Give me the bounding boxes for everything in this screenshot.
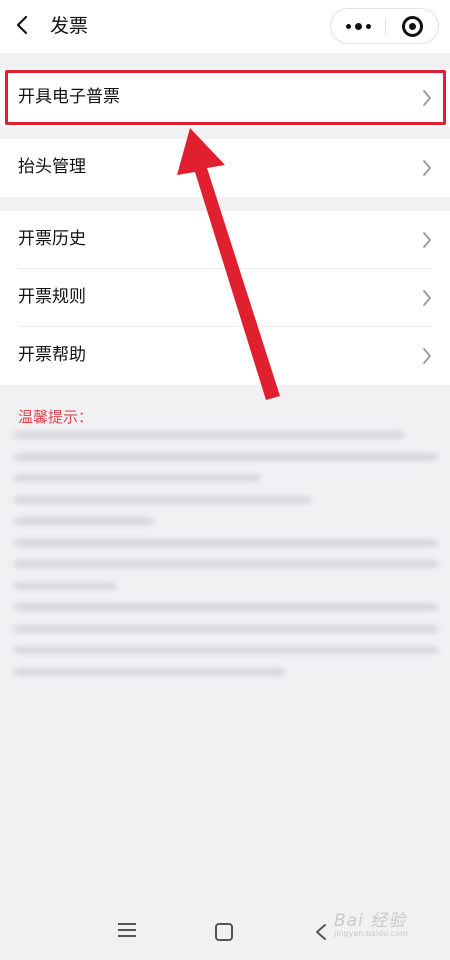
watermark-text: Bai 经验 [334, 911, 407, 931]
menu-group-title: 抬头管理 [0, 139, 450, 197]
watermark: Bai 经验 jingyan.baidu.com [334, 906, 408, 938]
chevron-right-icon [423, 232, 431, 248]
mini-program-capsule [330, 8, 439, 44]
menu-item-label: 开票历史 [18, 229, 86, 249]
tips-body-blurred [14, 432, 438, 682]
menu-item-label: 开票规则 [18, 287, 86, 307]
menu-item-history[interactable]: 开票历史 [0, 211, 450, 269]
page-title: 发票 [50, 15, 89, 37]
menu-item-rules[interactable]: 开票规则 [0, 269, 450, 327]
more-button[interactable] [331, 9, 385, 43]
square-home-icon[interactable] [215, 923, 233, 941]
menu-item-label: 抬头管理 [18, 157, 86, 177]
menu-item-label: 开具电子普票 [18, 87, 120, 107]
menu-item-help[interactable]: 开票帮助 [0, 327, 450, 385]
target-circle-icon [402, 15, 423, 37]
menu-item-issue-invoice[interactable]: 开具电子普票 [0, 69, 450, 127]
more-dots-icon [345, 23, 351, 29]
chevron-right-icon [423, 348, 431, 364]
menu-item-title-manage[interactable]: 抬头管理 [0, 139, 450, 197]
back-button[interactable] [10, 12, 40, 40]
menu-lines-icon[interactable] [118, 923, 136, 941]
chevron-right-icon [423, 90, 431, 106]
close-button[interactable] [386, 9, 439, 43]
more-dots-icon-center [354, 22, 362, 30]
menu-group-info: 开票历史 开票规则 开票帮助 [0, 211, 450, 385]
chevron-right-icon [423, 290, 431, 306]
more-dots-icon-right [365, 23, 371, 29]
top-bar: 发票 [0, 0, 450, 53]
watermark-subtext: jingyan.baidu.com [334, 929, 408, 938]
chevron-left-icon [16, 15, 28, 35]
menu-group-issue: 开具电子普票 [0, 69, 450, 127]
menu-item-label: 开票帮助 [18, 345, 86, 365]
tips-title: 温馨提示： [18, 408, 94, 426]
triangle-back-icon[interactable] [314, 923, 328, 941]
chevron-right-icon [423, 160, 431, 176]
